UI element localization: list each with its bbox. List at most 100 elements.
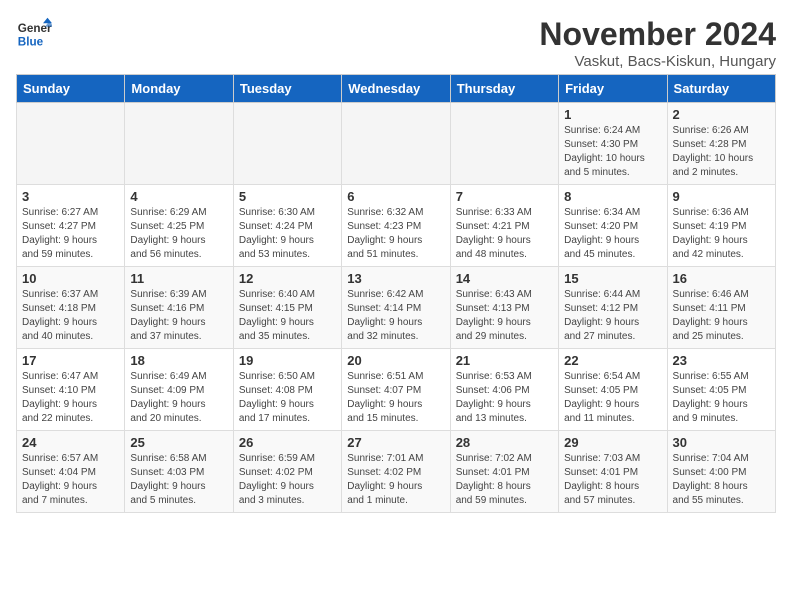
day-number: 19: [239, 353, 336, 368]
day-header-tuesday: Tuesday: [233, 75, 341, 103]
day-number: 21: [456, 353, 553, 368]
calendar-cell: 15 Sunrise: 6:44 AM Sunset: 4:12 PM Dayli…: [559, 267, 667, 349]
day-info: Sunrise: 6:57 AM Sunset: 4:04 PM Dayligh…: [22, 452, 119, 508]
calendar-cell: [125, 103, 233, 185]
day-info: Sunrise: 6:44 AM Sunset: 4:12 PM Dayligh…: [564, 288, 661, 344]
calendar-cell: 16Sunrise: 6:46 AM Sunset: 4:11 PM Dayli…: [667, 267, 775, 349]
day-info: Sunrise: 6:50 AM Sunset: 4:08 PM Dayligh…: [239, 370, 336, 426]
day-info: Sunrise: 7:04 AM Sunset: 4:00 PM Dayligh…: [673, 452, 770, 508]
day-info: Sunrise: 6:36 AM Sunset: 4:19 PM Dayligh…: [673, 206, 770, 262]
day-number: 29: [564, 435, 661, 450]
day-info: Sunrise: 6:29 AM Sunset: 4:25 PM Dayligh…: [130, 206, 227, 262]
calendar-cell: 14 Sunrise: 6:43 AM Sunset: 4:13 PM Dayli…: [450, 267, 558, 349]
day-number: 15: [564, 271, 661, 286]
day-number: 12: [239, 271, 336, 286]
day-header-saturday: Saturday: [667, 75, 775, 103]
day-header-friday: Friday: [559, 75, 667, 103]
day-info: Sunrise: 6:43 AM Sunset: 4:13 PM Dayligh…: [456, 288, 553, 344]
day-info: Sunrise: 6:26 AM Sunset: 4:28 PM Dayligh…: [673, 124, 770, 180]
svg-text:Blue: Blue: [18, 36, 44, 49]
day-info: Sunrise: 6:51 AM Sunset: 4:07 PM Dayligh…: [347, 370, 444, 426]
calendar-cell: 13 Sunrise: 6:42 AM Sunset: 4:14 PM Dayli…: [342, 267, 450, 349]
day-info: Sunrise: 6:49 AM Sunset: 4:09 PM Dayligh…: [130, 370, 227, 426]
calendar-cell: 20 Sunrise: 6:51 AM Sunset: 4:07 PM Dayli…: [342, 349, 450, 431]
day-info: Sunrise: 6:37 AM Sunset: 4:18 PM Dayligh…: [22, 288, 119, 344]
day-info: Sunrise: 6:34 AM Sunset: 4:20 PM Dayligh…: [564, 206, 661, 262]
day-header-wednesday: Wednesday: [342, 75, 450, 103]
calendar-cell: [233, 103, 341, 185]
calendar-week-1: 1 Sunrise: 6:24 AM Sunset: 4:30 PM Daylig…: [17, 103, 776, 185]
day-info: Sunrise: 6:32 AM Sunset: 4:23 PM Dayligh…: [347, 206, 444, 262]
day-info: Sunrise: 6:40 AM Sunset: 4:15 PM Dayligh…: [239, 288, 336, 344]
day-number: 8: [564, 189, 661, 204]
day-info: Sunrise: 6:30 AM Sunset: 4:24 PM Dayligh…: [239, 206, 336, 262]
month-title: November 2024: [539, 16, 776, 53]
day-number: 1: [564, 107, 661, 122]
calendar-cell: [450, 103, 558, 185]
day-info: Sunrise: 6:54 AM Sunset: 4:05 PM Dayligh…: [564, 370, 661, 426]
day-number: 23: [673, 353, 770, 368]
day-number: 14: [456, 271, 553, 286]
day-number: 17: [22, 353, 119, 368]
day-number: 25: [130, 435, 227, 450]
calendar-cell: 7 Sunrise: 6:33 AM Sunset: 4:21 PM Daylig…: [450, 185, 558, 267]
day-number: 7: [456, 189, 553, 204]
calendar-cell: 5 Sunrise: 6:30 AM Sunset: 4:24 PM Daylig…: [233, 185, 341, 267]
calendar-cell: 17 Sunrise: 6:47 AM Sunset: 4:10 PM Dayli…: [17, 349, 125, 431]
day-info: Sunrise: 6:47 AM Sunset: 4:10 PM Dayligh…: [22, 370, 119, 426]
day-info: Sunrise: 6:46 AM Sunset: 4:11 PM Dayligh…: [673, 288, 770, 344]
day-number: 18: [130, 353, 227, 368]
calendar-cell: 25 Sunrise: 6:58 AM Sunset: 4:03 PM Dayli…: [125, 431, 233, 513]
calendar-week-2: 3 Sunrise: 6:27 AM Sunset: 4:27 PM Daylig…: [17, 185, 776, 267]
calendar-cell: 27 Sunrise: 7:01 AM Sunset: 4:02 PM Dayli…: [342, 431, 450, 513]
calendar-week-5: 24 Sunrise: 6:57 AM Sunset: 4:04 PM Dayli…: [17, 431, 776, 513]
day-header-monday: Monday: [125, 75, 233, 103]
calendar-cell: 30 Sunrise: 7:04 AM Sunset: 4:00 PM Dayli…: [667, 431, 775, 513]
calendar-cell: 21 Sunrise: 6:53 AM Sunset: 4:06 PM Dayli…: [450, 349, 558, 431]
calendar-cell: 28Sunrise: 7:02 AM Sunset: 4:01 PM Dayli…: [450, 431, 558, 513]
day-info: Sunrise: 6:58 AM Sunset: 4:03 PM Dayligh…: [130, 452, 227, 508]
calendar-table: SundayMondayTuesdayWednesdayThursdayFrid…: [16, 74, 776, 513]
calendar-cell: 24 Sunrise: 6:57 AM Sunset: 4:04 PM Dayli…: [17, 431, 125, 513]
day-header-sunday: Sunday: [17, 75, 125, 103]
day-number: 13: [347, 271, 444, 286]
day-info: Sunrise: 6:42 AM Sunset: 4:14 PM Dayligh…: [347, 288, 444, 344]
day-number: 22: [564, 353, 661, 368]
title-block: November 2024 Vaskut, Bacs-Kiskun, Hunga…: [539, 16, 776, 70]
calendar-cell: 19 Sunrise: 6:50 AM Sunset: 4:08 PM Dayli…: [233, 349, 341, 431]
calendar-cell: 10 Sunrise: 6:37 AM Sunset: 4:18 PM Dayli…: [17, 267, 125, 349]
day-info: Sunrise: 7:03 AM Sunset: 4:01 PM Dayligh…: [564, 452, 661, 508]
day-info: Sunrise: 6:27 AM Sunset: 4:27 PM Dayligh…: [22, 206, 119, 262]
calendar-cell: [17, 103, 125, 185]
day-number: 11: [130, 271, 227, 286]
calendar-cell: 11 Sunrise: 6:39 AM Sunset: 4:16 PM Dayli…: [125, 267, 233, 349]
day-number: 28: [456, 435, 553, 450]
day-info: Sunrise: 6:24 AM Sunset: 4:30 PM Dayligh…: [564, 124, 661, 180]
day-header-thursday: Thursday: [450, 75, 558, 103]
day-info: Sunrise: 7:01 AM Sunset: 4:02 PM Dayligh…: [347, 452, 444, 508]
day-info: Sunrise: 6:33 AM Sunset: 4:21 PM Dayligh…: [456, 206, 553, 262]
day-number: 27: [347, 435, 444, 450]
calendar-week-3: 10 Sunrise: 6:37 AM Sunset: 4:18 PM Dayli…: [17, 267, 776, 349]
calendar-cell: 29 Sunrise: 7:03 AM Sunset: 4:01 PM Dayli…: [559, 431, 667, 513]
day-number: 26: [239, 435, 336, 450]
day-number: 3: [22, 189, 119, 204]
calendar-cell: 26Sunrise: 6:59 AM Sunset: 4:02 PM Dayli…: [233, 431, 341, 513]
day-number: 24: [22, 435, 119, 450]
day-number: 4: [130, 189, 227, 204]
calendar-cell: 2 Sunrise: 6:26 AM Sunset: 4:28 PM Daylig…: [667, 103, 775, 185]
day-number: 2: [673, 107, 770, 122]
day-number: 10: [22, 271, 119, 286]
day-info: Sunrise: 6:53 AM Sunset: 4:06 PM Dayligh…: [456, 370, 553, 426]
calendar-cell: 8 Sunrise: 6:34 AM Sunset: 4:20 PM Daylig…: [559, 185, 667, 267]
calendar-cell: 23Sunrise: 6:55 AM Sunset: 4:05 PM Dayli…: [667, 349, 775, 431]
logo: General Blue: [16, 16, 52, 52]
day-number: 30: [673, 435, 770, 450]
day-number: 20: [347, 353, 444, 368]
header: General Blue November 2024 Vaskut, Bacs-…: [16, 16, 776, 70]
day-info: Sunrise: 6:39 AM Sunset: 4:16 PM Dayligh…: [130, 288, 227, 344]
calendar-week-4: 17 Sunrise: 6:47 AM Sunset: 4:10 PM Dayli…: [17, 349, 776, 431]
calendar-cell: 3 Sunrise: 6:27 AM Sunset: 4:27 PM Daylig…: [17, 185, 125, 267]
logo-icon: General Blue: [16, 16, 52, 52]
day-number: 5: [239, 189, 336, 204]
